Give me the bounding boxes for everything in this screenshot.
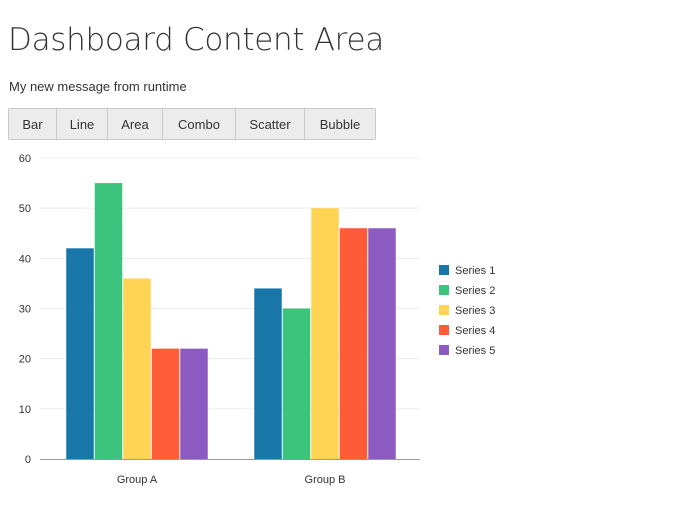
runtime-message: My new message from runtime: [9, 79, 187, 94]
legend-swatch[interactable]: [439, 345, 449, 355]
bar-chart-button[interactable]: Bar: [9, 109, 57, 139]
bar-series-5-group-b[interactable]: [368, 228, 396, 459]
area-chart-button[interactable]: Area: [108, 109, 163, 139]
x-tick-label: Group B: [305, 474, 346, 486]
legend-label[interactable]: Series 4: [455, 325, 495, 337]
bar-series-5-group-a[interactable]: [180, 348, 208, 459]
bar-series-1-group-b[interactable]: [254, 288, 282, 459]
bar-series-3-group-a[interactable]: [123, 278, 151, 459]
page-title: Dashboard Content Area: [8, 22, 384, 58]
legend-label[interactable]: Series 1: [455, 265, 495, 277]
legend-swatch[interactable]: [439, 305, 449, 315]
bar-series-1-group-a[interactable]: [66, 248, 94, 459]
legend-swatch[interactable]: [439, 285, 449, 295]
y-tick-label: 50: [19, 203, 31, 215]
scatter-chart-button[interactable]: Scatter: [236, 109, 305, 139]
bar-series-4-group-a[interactable]: [151, 348, 180, 459]
bar-chart: 0 10 20 30 40 50 60 Group A Group B Series 1 Serie…: [19, 153, 496, 486]
line-chart-button[interactable]: Line: [57, 109, 108, 139]
bar-series-4-group-b[interactable]: [339, 228, 368, 459]
legend-label[interactable]: Series 3: [455, 305, 495, 317]
legend-swatch[interactable]: [439, 325, 449, 335]
bar-series-2-group-a[interactable]: [94, 183, 123, 460]
x-tick-label: Group A: [117, 474, 158, 486]
y-tick-label: 0: [25, 454, 31, 466]
y-tick-label: 60: [19, 153, 31, 165]
bar-series-3-group-b[interactable]: [311, 208, 339, 459]
legend-label[interactable]: Series 5: [455, 345, 495, 357]
y-tick-label: 40: [19, 253, 31, 265]
chart-type-toolbar: Bar Line Area Combo Scatter Bubble: [8, 108, 376, 140]
y-tick-label: 30: [19, 304, 31, 316]
y-tick-label: 20: [19, 354, 31, 366]
bar-series-2-group-b[interactable]: [282, 308, 311, 460]
y-tick-label: 10: [19, 404, 31, 416]
combo-chart-button[interactable]: Combo: [163, 109, 236, 139]
bubble-chart-button[interactable]: Bubble: [305, 109, 375, 139]
legend-label[interactable]: Series 2: [455, 285, 495, 297]
legend-swatch[interactable]: [439, 265, 449, 275]
